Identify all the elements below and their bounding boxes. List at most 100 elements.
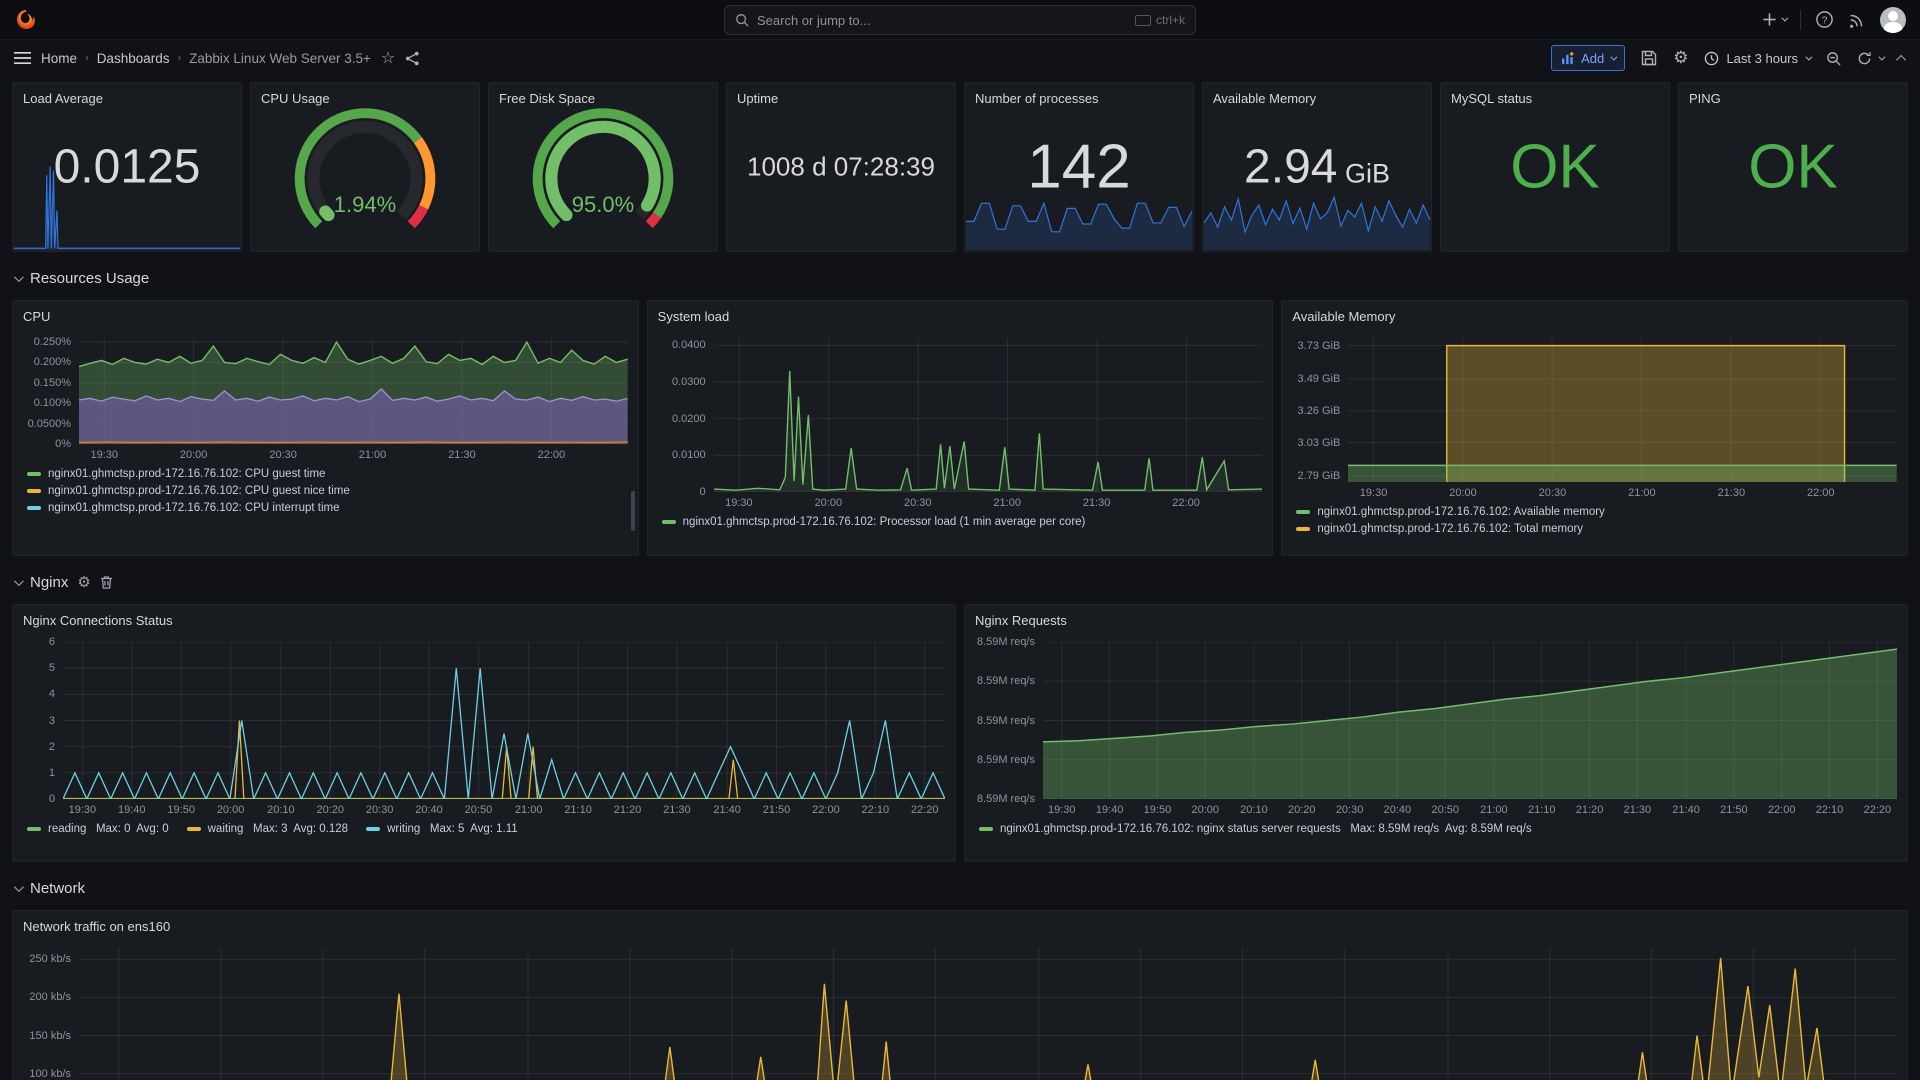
nginx-requests-plot-area[interactable] <box>1043 642 1897 799</box>
time-range-picker[interactable]: Last 3 hours <box>1704 51 1810 66</box>
legend-item[interactable]: nginx01.ghmctsp.prod-172.16.76.102: Tota… <box>1296 523 1897 535</box>
x-axis-tick: 20:00 <box>1449 487 1477 499</box>
section-resources-usage[interactable]: Resources Usage <box>14 266 1906 290</box>
cpu-plot-area[interactable] <box>79 338 628 444</box>
panel-title[interactable]: Available Memory <box>1203 83 1431 106</box>
refresh-button[interactable] <box>1857 51 1883 66</box>
breadcrumb-separator: › <box>177 52 181 64</box>
help-icon[interactable]: ? <box>1815 10 1834 29</box>
new-plus-button[interactable] <box>1762 12 1786 27</box>
breadcrumb-home[interactable]: Home <box>41 51 77 66</box>
legend-item[interactable]: nginx01.ghmctsp.prod-172.16.76.102: Avai… <box>1296 506 1897 518</box>
search-input[interactable]: Search or jump to... ctrl+k <box>724 5 1196 35</box>
add-button[interactable]: Add <box>1551 45 1625 71</box>
y-axis-tick: 0% <box>55 438 71 450</box>
panel-cpu-chart[interactable]: CPU 0.250%0.200%0.150%0.100%0.0500%0% 19… <box>12 300 639 556</box>
x-axis-tick: 22:00 <box>1807 487 1835 499</box>
panel-available-memory-chart[interactable]: Available Memory 3.73 GiB3.49 GiB3.26 Gi… <box>1281 300 1908 556</box>
x-axis-tick: 20:00 <box>217 804 245 816</box>
panel-title[interactable]: Nginx Requests <box>965 605 1907 628</box>
legend-item[interactable]: nginx01.ghmctsp.prod-172.16.76.102: CPU … <box>27 485 628 497</box>
legend-item[interactable]: reading Max: 0 Avg: 0 <box>27 823 169 835</box>
panel-title[interactable]: MySQL status <box>1441 83 1669 106</box>
divider <box>1800 10 1801 30</box>
panel-title[interactable]: PING <box>1679 83 1907 106</box>
free-disk-gauge: 95.0% <box>527 101 679 252</box>
x-axis-tick: 20:00 <box>815 497 843 509</box>
collapse-toolbar-icon[interactable] <box>1899 55 1906 62</box>
panel-mysql-status[interactable]: MySQL status OK <box>1440 82 1670 252</box>
chevron-down-icon <box>14 576 24 586</box>
system-load-plot-area[interactable] <box>714 338 1263 492</box>
panel-title[interactable]: Nginx Connections Status <box>13 605 955 628</box>
panel-title[interactable]: Available Memory <box>1282 301 1907 324</box>
system-load-chart: 0.04000.03000.02000.01000 19:3020:0020:3… <box>652 338 1263 510</box>
avatar[interactable] <box>1880 7 1906 33</box>
panel-free-disk-gauge[interactable]: Free Disk Space 95.0% <box>488 82 718 252</box>
available-memory-plot-area[interactable] <box>1348 338 1897 482</box>
panel-processes[interactable]: Number of processes 142 <box>964 82 1194 252</box>
chevron-down-icon <box>1878 53 1885 60</box>
news-icon[interactable] <box>1848 11 1866 29</box>
chevron-down-icon <box>14 272 24 282</box>
legend-item[interactable]: nginx01.ghmctsp.prod-172.16.76.102: CPU … <box>27 468 628 480</box>
y-axis-tick: 0 <box>49 793 55 805</box>
x-axis-tick: 22:20 <box>1864 804 1892 816</box>
legend-label: nginx01.ghmctsp.prod-172.16.76.102: ngin… <box>1000 823 1532 835</box>
x-axis-tick: 19:30 <box>725 497 753 509</box>
panel-ping[interactable]: PING OK <box>1678 82 1908 252</box>
panel-load-average[interactable]: Load Average 0.0125 <box>12 82 242 252</box>
nginx-connections-plot-area[interactable] <box>63 642 945 799</box>
panel-nginx-connections[interactable]: Nginx Connections Status 6543210 19:3019… <box>12 604 956 862</box>
panel-title[interactable]: Load Average <box>13 83 241 106</box>
legend-item[interactable]: nginx01.ghmctsp.prod-172.16.76.102: CPU … <box>27 502 628 514</box>
panel-cpu-usage-gauge[interactable]: CPU Usage 1.94% <box>250 82 480 252</box>
section-network[interactable]: Network <box>14 876 1906 900</box>
legend-item[interactable]: nginx01.ghmctsp.prod-172.16.76.102: ngin… <box>979 823 1897 835</box>
share-icon[interactable] <box>405 51 420 66</box>
x-axis-tick: 21:20 <box>614 804 642 816</box>
panel-nginx-requests[interactable]: Nginx Requests 8.59M req/s8.59M req/s8.5… <box>964 604 1908 862</box>
panel-title[interactable]: Network traffic on ens160 <box>13 911 1907 934</box>
legend-item[interactable]: waiting Max: 3 Avg: 0.128 <box>187 823 348 835</box>
available-memory-sparkline <box>1204 190 1430 250</box>
panel-network-traffic[interactable]: Network traffic on ens160 250 kb/s200 kb… <box>12 910 1908 1080</box>
search-icon <box>735 13 749 27</box>
legend-item[interactable]: nginx01.ghmctsp.prod-172.16.76.102: Proc… <box>662 516 1263 528</box>
y-axis: 8.59M req/s8.59M req/s8.59M req/s8.59M r… <box>969 642 1043 799</box>
y-axis-tick: 250 kb/s <box>29 953 71 965</box>
x-axis-tick: 21:40 <box>1672 804 1700 816</box>
legend-item[interactable]: writing Max: 5 Avg: 1.11 <box>366 823 518 835</box>
panel-title[interactable]: Uptime <box>727 83 955 106</box>
dashboard-settings-icon[interactable]: ⚙ <box>1673 48 1688 68</box>
section-settings-icon[interactable]: ⚙ <box>77 573 90 591</box>
x-axis-tick: 19:40 <box>1096 804 1124 816</box>
breadcrumb: Home › Dashboards › Zabbix Linux Web Ser… <box>41 51 371 66</box>
y-axis: 6543210 <box>17 642 63 799</box>
panel-system-load[interactable]: System load 0.04000.03000.02000.01000 19… <box>647 300 1274 556</box>
save-dashboard-icon[interactable] <box>1641 50 1657 66</box>
chevron-down-icon <box>1781 15 1788 22</box>
legend-color-dash <box>27 827 41 831</box>
legend-label: nginx01.ghmctsp.prod-172.16.76.102: Tota… <box>1317 523 1583 535</box>
x-axis-tick: 20:50 <box>465 804 493 816</box>
section-nginx[interactable]: Nginx ⚙ <box>14 570 1906 594</box>
x-axis-tick: 22:10 <box>1816 804 1844 816</box>
panel-uptime[interactable]: Uptime 1008 d 07:28:39 <box>726 82 956 252</box>
panel-available-memory-stat[interactable]: Available Memory 2.94 GiB <box>1202 82 1432 252</box>
legend-scrollbar[interactable] <box>631 491 635 531</box>
zoom-out-icon[interactable] <box>1826 51 1841 66</box>
network-traffic-plot-area[interactable] <box>79 948 1897 1080</box>
panel-title[interactable]: System load <box>648 301 1273 324</box>
menu-icon[interactable] <box>14 51 31 65</box>
panel-title[interactable]: CPU <box>13 301 638 324</box>
trash-icon[interactable] <box>100 575 113 589</box>
breadcrumb-dashboards[interactable]: Dashboards <box>97 51 170 66</box>
grafana-logo[interactable] <box>14 8 38 32</box>
x-axis-tick: 20:30 <box>1539 487 1567 499</box>
panel-title[interactable]: Number of processes <box>965 83 1193 106</box>
nginx-row: Nginx Connections Status 6543210 19:3019… <box>12 604 1908 862</box>
y-axis-tick: 0.0300 <box>672 376 706 388</box>
star-icon[interactable]: ☆ <box>381 48 395 68</box>
svg-text:?: ? <box>1822 15 1828 26</box>
